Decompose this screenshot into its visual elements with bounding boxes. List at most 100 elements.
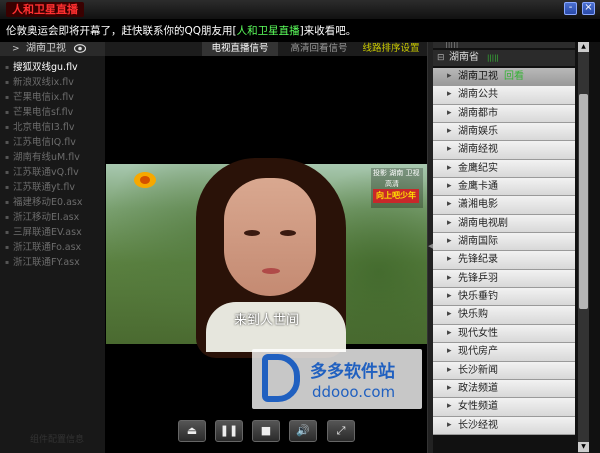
channel-item[interactable]: 湖南公共 xyxy=(433,86,575,105)
channel-item[interactable]: 长沙新闻 xyxy=(433,361,575,380)
signal-marks: ||||| xyxy=(445,42,459,48)
source-panel-header: > 湖南卫视 xyxy=(0,42,105,56)
video-person-face xyxy=(224,178,316,296)
volume-icon: 🔊 xyxy=(296,424,310,437)
pause-icon: ❚❚ xyxy=(219,424,239,437)
channel-name: 现代房产 xyxy=(458,346,498,358)
source-panel-footer: 组件配置信息 xyxy=(30,435,85,445)
source-item[interactable]: 芒果电信sf.flv xyxy=(0,105,105,120)
channel-item[interactable]: 湖南都市 xyxy=(433,104,575,124)
video-subtitle: 来到人世间 xyxy=(233,313,299,328)
channel-name: 湖南电视剧 xyxy=(458,217,508,229)
source-item[interactable]: 浙江联通FY.asx xyxy=(0,255,105,270)
title-bar[interactable]: 人和卫星直播 - × xyxy=(0,0,600,20)
source-item[interactable]: 三屏联通EV.asx xyxy=(0,225,105,240)
channel-item[interactable]: 湖南卫视回看 xyxy=(433,68,575,87)
watermark: 多多软件站 ddooo.com xyxy=(252,349,422,409)
channel-name: 快乐购 xyxy=(458,309,488,321)
current-channel-label: 湖南卫视 xyxy=(26,43,66,54)
previous-group-header[interactable]: ||||| xyxy=(433,42,575,48)
tab-hd-replay[interactable]: 高清回看信号 xyxy=(281,42,357,56)
notice-text: 伦敦奥运会即将开幕了，赶快联系你的QQ朋友用[ xyxy=(6,25,237,37)
channel-scrollbar[interactable]: ▲ ▼ xyxy=(578,42,589,453)
channel-name: 湖南公共 xyxy=(458,89,498,101)
channel-name: 湖南娱乐 xyxy=(458,126,498,138)
video-person-right-eye xyxy=(280,230,296,236)
channel-item[interactable]: 湖南电视剧 xyxy=(433,214,575,234)
video-person-left-eye xyxy=(244,230,260,236)
tab-route-settings[interactable]: 线路排序设置 xyxy=(355,42,427,56)
source-item[interactable]: 江苏联通vQ.flv xyxy=(0,165,105,180)
notice-link[interactable]: 人和卫星直播 xyxy=(237,25,300,37)
channel-name: 湖南经视 xyxy=(458,144,498,156)
chevron-right-icon[interactable]: > xyxy=(12,42,20,56)
eye-icon[interactable] xyxy=(74,44,86,53)
channel-group-header[interactable]: 湖南省 ||||| xyxy=(433,50,575,66)
source-item[interactable]: 搜狐双线gu.flv xyxy=(0,60,105,75)
channel-item[interactable]: 湖南国际 xyxy=(433,233,575,252)
watermark-name: 多多软件站 xyxy=(310,362,395,382)
channel-item[interactable]: 女性频道 xyxy=(433,398,575,417)
channel-name: 现代女性 xyxy=(458,327,498,339)
app-title: 人和卫星直播 xyxy=(6,2,84,17)
fullscreen-button[interactable]: ⤢ xyxy=(327,420,355,442)
source-item[interactable]: 江苏联通yt.flv xyxy=(0,180,105,195)
source-item[interactable]: 江苏电信IQ.flv xyxy=(0,135,105,150)
pause-button[interactable]: ❚❚ xyxy=(215,420,243,442)
badge-line-2: 高清 xyxy=(385,180,399,188)
app-window: 人和卫星直播 - × 伦敦奥运会即将开幕了，赶快联系你的QQ朋友用[人和卫星直播… xyxy=(0,0,600,453)
source-item[interactable]: 湖南有线uM.flv xyxy=(0,150,105,165)
source-panel: > 湖南卫视 搜狐双线gu.flv新浪双线ix.flv芒果电信ix.flv芒果电… xyxy=(0,42,105,453)
close-button[interactable]: × xyxy=(582,2,595,15)
channel-item[interactable]: 金鹰卡通 xyxy=(433,178,575,197)
tab-tv-live[interactable]: 电视直播信号 xyxy=(202,42,278,56)
eject-button[interactable]: ⏏ xyxy=(178,420,206,442)
channel-item[interactable]: 先锋乒羽 xyxy=(433,269,575,289)
minimize-button[interactable]: - xyxy=(564,2,577,15)
source-item[interactable]: 浙江移动EI.asx xyxy=(0,210,105,225)
signal-strength: ||||| xyxy=(487,54,499,62)
notice-suffix: ]来收看吧。 xyxy=(299,25,357,37)
channel-item[interactable]: 金鹰纪实 xyxy=(433,159,575,179)
channel-item[interactable]: 潇湘电影 xyxy=(433,196,575,215)
channel-panel: ||||| 湖南省 ||||| 湖南卫视回看湖南公共湖南都市湖南娱乐湖南经视金鹰纪… xyxy=(433,42,600,453)
replay-tag[interactable]: 回看 xyxy=(504,71,524,82)
channel-item[interactable]: 现代房产 xyxy=(433,343,575,362)
watermark-logo-icon xyxy=(262,354,300,402)
stop-icon: ■ xyxy=(260,424,272,437)
volume-button[interactable]: 🔊 xyxy=(289,420,317,442)
channel-item[interactable]: 现代女性 xyxy=(433,324,575,344)
program-logo: 向上吧少年 xyxy=(373,189,419,203)
channel-name: 湖南都市 xyxy=(458,107,498,119)
source-item[interactable]: 北京电信I3.flv xyxy=(0,120,105,135)
stop-button[interactable]: ■ xyxy=(252,420,280,442)
channel-name: 湖南卫视 xyxy=(458,71,498,82)
signal-tabs: 电视直播信号 高清回看信号 线路排序设置 xyxy=(105,42,427,56)
scroll-down-icon[interactable]: ▼ xyxy=(578,442,589,452)
channel-name: 湖南国际 xyxy=(458,236,498,248)
channel-name: 长沙经视 xyxy=(458,419,498,431)
video-frame: 投影 湖南 卫视 高清 向上吧少年 来到人世间 xyxy=(106,158,427,358)
group-name: 湖南省 xyxy=(449,52,479,63)
scroll-thumb[interactable] xyxy=(579,94,588,309)
scroll-up-icon[interactable]: ▲ xyxy=(578,42,589,52)
channel-item[interactable]: 湖南娱乐 xyxy=(433,123,575,142)
channel-name: 政法频道 xyxy=(458,382,498,394)
channel-item[interactable]: 快乐垂钓 xyxy=(433,288,575,307)
playback-controls: ⏏ ❚❚ ■ 🔊 ⤢ xyxy=(105,414,427,453)
source-item[interactable]: 浙江联通Fo.asx xyxy=(0,240,105,255)
channel-item[interactable]: 湖南经视 xyxy=(433,141,575,160)
channel-item[interactable]: 长沙经视 xyxy=(433,416,575,435)
source-list: 搜狐双线gu.flv新浪双线ix.flv芒果电信ix.flv芒果电信sf.flv… xyxy=(0,56,105,270)
channel-item[interactable]: 政法频道 xyxy=(433,379,575,399)
channel-name: 先锋乒羽 xyxy=(458,272,498,284)
source-item[interactable]: 新浪双线ix.flv xyxy=(0,75,105,90)
source-item[interactable]: 福建移动E0.asx xyxy=(0,195,105,210)
channel-list: 湖南卫视回看湖南公共湖南都市湖南娱乐湖南经视金鹰纪实金鹰卡通潇湘电影湖南电视剧湖… xyxy=(433,68,575,435)
source-item[interactable]: 芒果电信ix.flv xyxy=(0,90,105,105)
program-badge: 投影 湖南 卫视 高清 向上吧少年 xyxy=(371,168,423,208)
watermark-url: ddooo.com xyxy=(312,383,396,401)
channel-item[interactable]: 快乐购 xyxy=(433,306,575,325)
channel-name: 快乐垂钓 xyxy=(458,291,498,303)
channel-item[interactable]: 先锋纪录 xyxy=(433,251,575,270)
